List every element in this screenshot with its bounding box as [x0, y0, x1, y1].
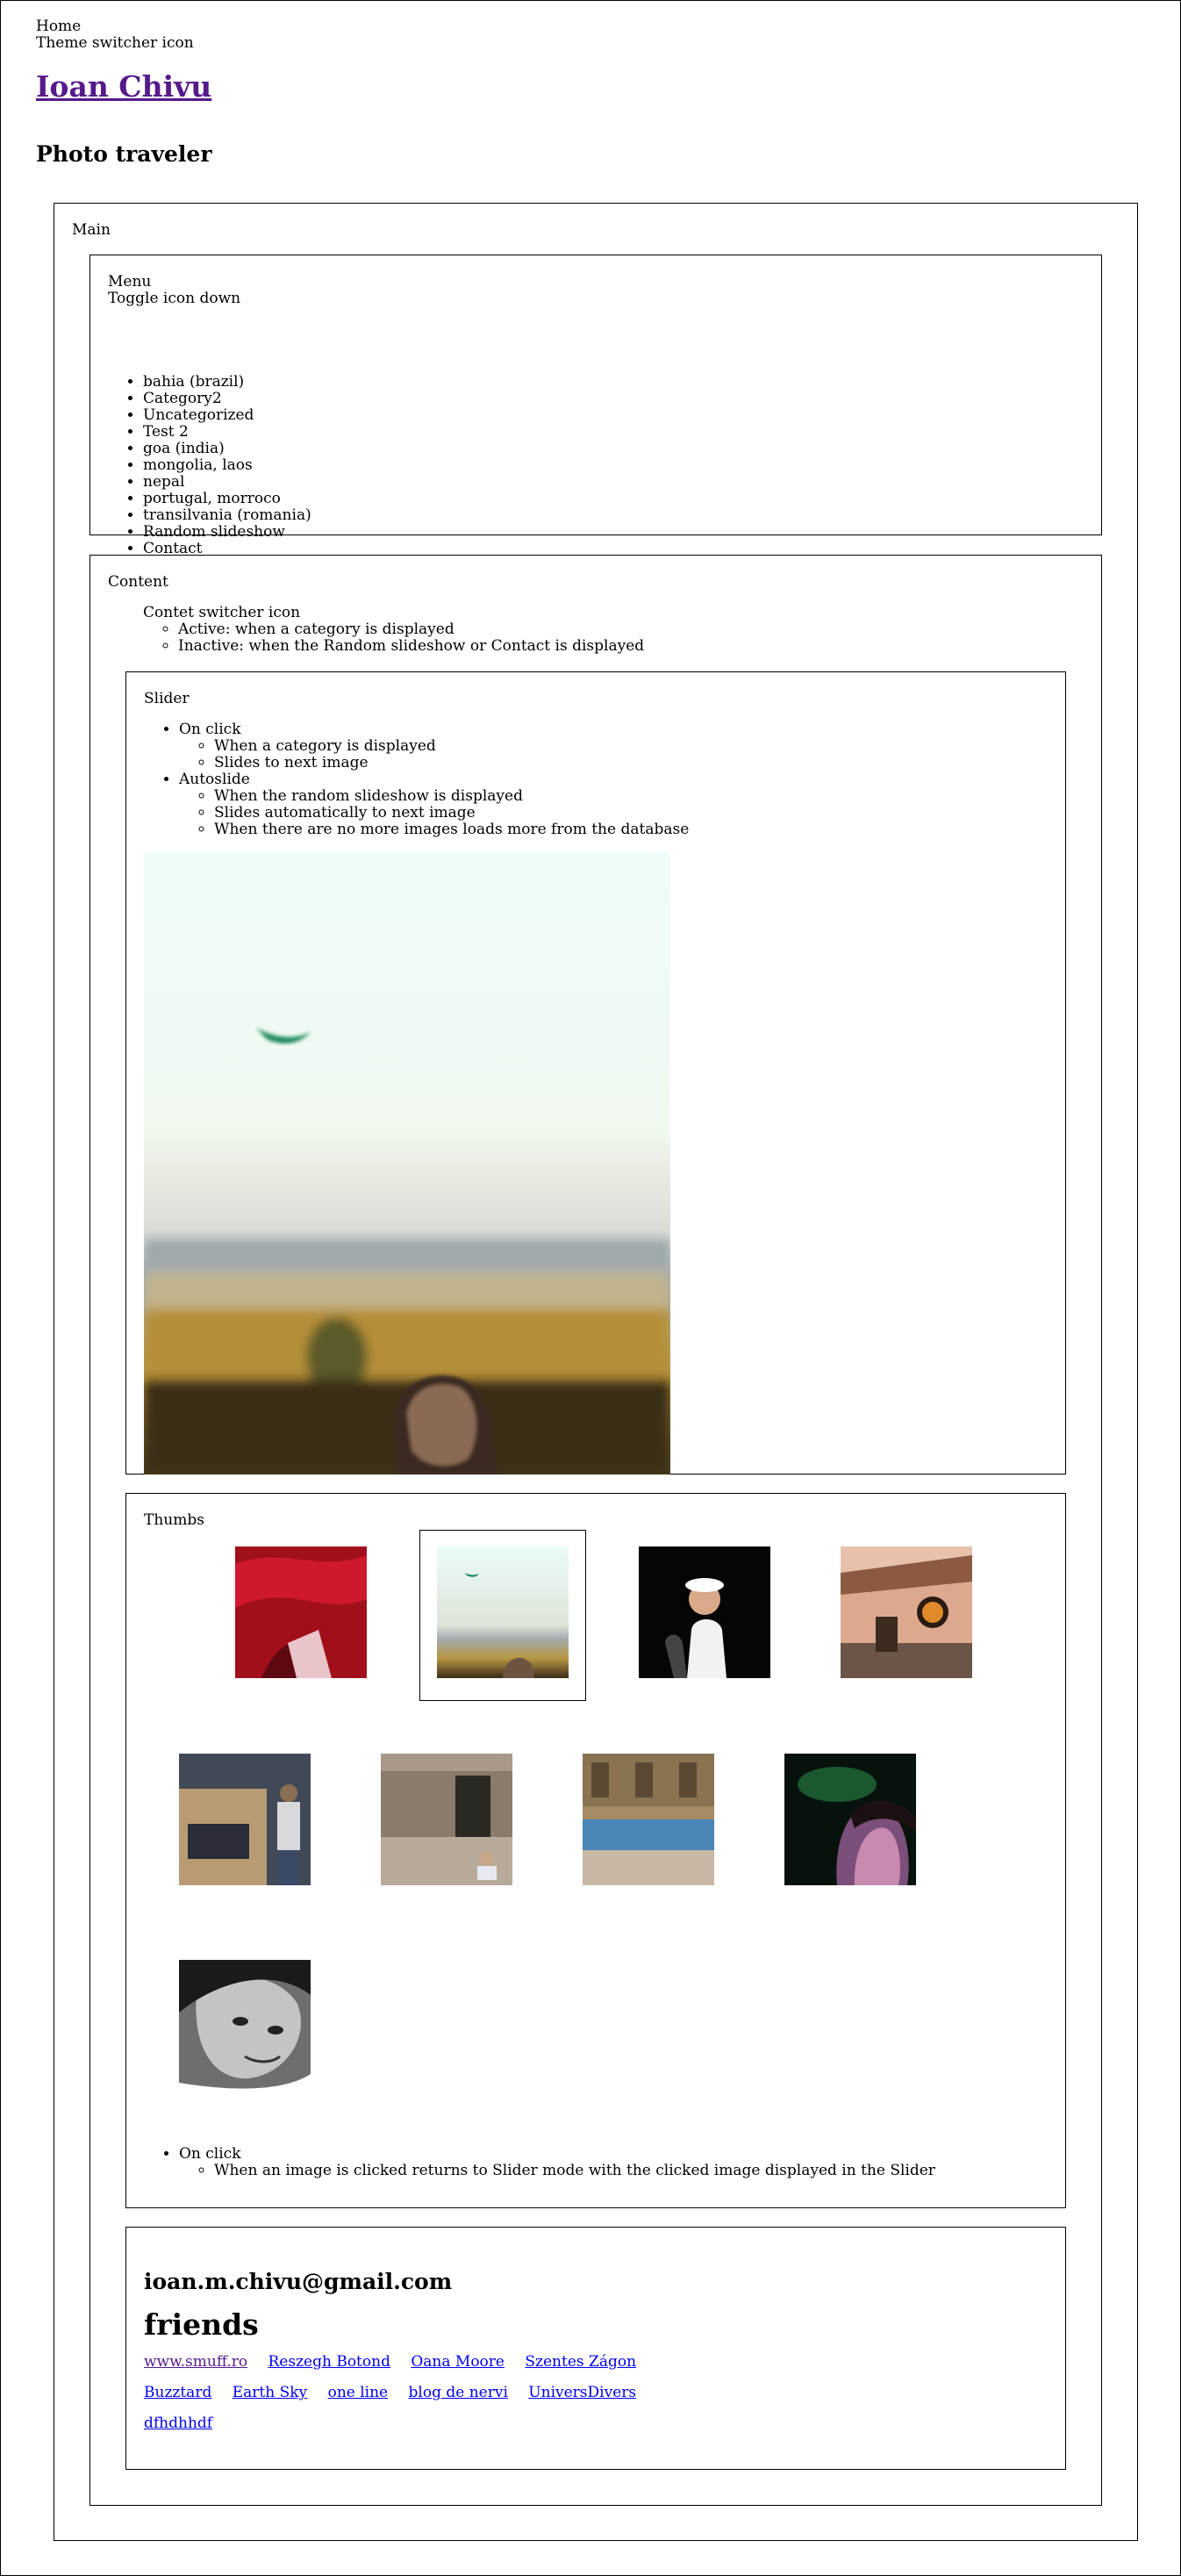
main-section: Main Menu Toggle icon down bahia (brazil…: [54, 203, 1138, 2541]
menu-item-portugal-morroco[interactable]: portugal, morroco: [143, 491, 311, 507]
friends-heading: friends: [144, 2307, 259, 2342]
menu-section: Menu Toggle icon down bahia (brazil) Cat…: [89, 255, 1102, 557]
menu-item-goa[interactable]: goa (india): [143, 441, 311, 457]
friend-link-dfhdhhdf[interactable]: dfhdhhdf: [144, 2415, 212, 2432]
slider-onclick-title: On click: [179, 721, 241, 738]
thumbnail-image[interactable]: [235, 1546, 367, 1678]
menu-item-category2[interactable]: Category2: [143, 391, 311, 407]
footer-section: ioan.m.chivu@gmail.com friends www.smuff…: [125, 2227, 1066, 2470]
content-switcher-states: Active: when a category is displayed Ina…: [143, 621, 644, 655]
thumbs-section: Thumbs • On click ◦ When an image is cli…: [125, 1493, 1066, 2208]
friends-links-row: www.smuff.ro Reszegh Botond Oana Moore S…: [144, 2354, 934, 2385]
menu-item-mongolia-laos[interactable]: mongolia, laos: [143, 457, 311, 474]
friends-links-row: dfhdhhdf: [144, 2415, 934, 2446]
contact-email: ioan.m.chivu@gmail.com: [144, 2269, 453, 2294]
menu-item-transilvania[interactable]: transilvania (romania): [143, 507, 311, 524]
friends-links: www.smuff.ro Reszegh Botond Oana Moore S…: [144, 2354, 934, 2446]
content-switcher: Contet switcher icon Active: when a cate…: [143, 605, 644, 655]
menu-list: bahia (brazil) Category2 Uncategorized T…: [108, 374, 311, 557]
friend-link-universdivers[interactable]: UniversDivers: [528, 2384, 636, 2401]
thumbs-behavior-onclick: On click When an image is clicked return…: [179, 2146, 935, 2179]
menu-item-random-slideshow[interactable]: Random slideshow: [143, 524, 311, 541]
friend-link-smuff[interactable]: www.smuff.ro: [144, 2353, 247, 2371]
switcher-state-active: Active: when a category is displayed: [178, 621, 644, 638]
thumbnail-image[interactable]: [583, 1754, 714, 1885]
friend-link-szentes-zagon[interactable]: Szentes Zágon: [525, 2353, 636, 2371]
header-top: Home Theme switcher icon: [36, 18, 194, 52]
content-switcher-icon[interactable]: Contet switcher icon: [143, 605, 644, 621]
slider-behavior-list: On click When a category is displayed Sl…: [144, 721, 689, 838]
thumbnail-image[interactable]: [381, 1754, 512, 1885]
thumbnail-image[interactable]: [179, 1754, 311, 1885]
menu-item-bahia[interactable]: bahia (brazil): [143, 374, 311, 391]
menu-label: Menu: [108, 273, 152, 291]
menu-item-nepal[interactable]: nepal: [143, 474, 311, 491]
thumbs-onclick-title: On click: [179, 2145, 241, 2163]
thumbnail-image[interactable]: [841, 1546, 972, 1678]
friend-link-buzztard[interactable]: Buzztard: [144, 2384, 211, 2401]
menu-item-test-2[interactable]: Test 2: [143, 424, 311, 441]
thumbs-behavior-list: On click When an image is clicked return…: [144, 2146, 935, 2179]
slider-autoslide-title: Autoslide: [179, 771, 250, 788]
thumbnail-image-selected[interactable]: [437, 1546, 569, 1678]
slider-label: Slider: [144, 690, 190, 707]
friend-link-one-line[interactable]: one line: [328, 2384, 389, 2401]
thumbnail-image[interactable]: [179, 1960, 311, 2092]
slider-image[interactable]: [144, 852, 670, 1475]
home-link[interactable]: Home: [36, 18, 194, 35]
slider-onclick-detail: Slides to next image: [214, 755, 689, 771]
thumbnail-image[interactable]: [639, 1546, 770, 1678]
content-label: Content: [108, 573, 168, 591]
slider-behavior-onclick: On click When a category is displayed Sl…: [179, 721, 689, 771]
friend-link-oana-moore[interactable]: Oana Moore: [411, 2353, 505, 2371]
friend-link-reszegh-botond[interactable]: Reszegh Botond: [268, 2353, 390, 2371]
switcher-state-inactive: Inactive: when the Random slideshow or C…: [178, 638, 644, 655]
friend-link-blog-de-nervi[interactable]: blog de nervi: [409, 2384, 508, 2401]
slider-section: Slider On click When a category is displ…: [125, 671, 1066, 1475]
site-title-link[interactable]: Ioan Chivu: [36, 69, 211, 104]
friends-links-row: Buzztard Earth Sky one line blog de nerv…: [144, 2385, 934, 2415]
menu-item-uncategorized[interactable]: Uncategorized: [143, 407, 311, 424]
slider-autoslide-detail: Slides automatically to next image: [214, 805, 689, 822]
page: Home Theme switcher icon Ioan Chivu Phot…: [0, 0, 1181, 2576]
slider-onclick-detail: When a category is displayed: [214, 738, 689, 755]
content-section: Content Contet switcher icon Active: whe…: [89, 555, 1102, 2506]
slider-autoslide-detail: When the random slideshow is displayed: [214, 788, 689, 805]
main-label: Main: [72, 221, 111, 239]
menu-toggle-icon[interactable]: Toggle icon down: [108, 290, 240, 307]
thumbnail-image[interactable]: [784, 1754, 916, 1885]
slider-behavior-autoslide: Autoslide When the random slideshow is d…: [179, 771, 689, 838]
theme-switcher-icon[interactable]: Theme switcher icon: [36, 35, 194, 52]
friend-link-earth-sky[interactable]: Earth Sky: [233, 2384, 307, 2401]
thumbs-label: Thumbs: [144, 1511, 204, 1529]
tagline: Photo traveler: [36, 141, 212, 167]
site-title: Ioan Chivu: [36, 69, 211, 104]
slider-autoslide-detail: When there are no more images loads more…: [214, 822, 689, 838]
thumbs-onclick-detail: When an image is clicked returns to Slid…: [214, 2163, 935, 2179]
